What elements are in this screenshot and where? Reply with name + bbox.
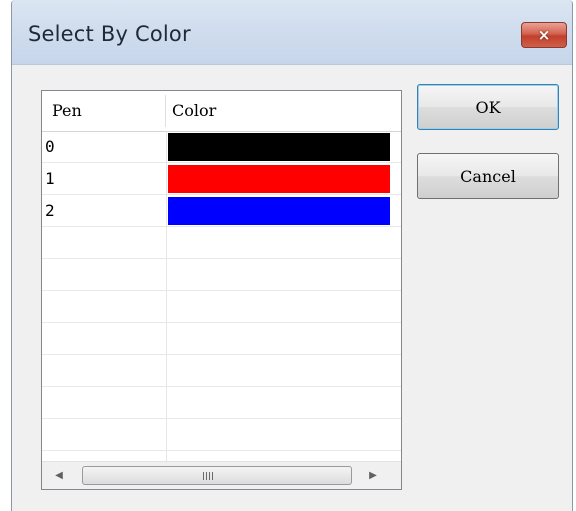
column-divider[interactable] (165, 95, 166, 127)
empty-row[interactable] (42, 259, 401, 291)
empty-row[interactable] (42, 323, 401, 355)
empty-row[interactable] (42, 355, 401, 387)
pen-number: 2 (45, 201, 55, 220)
title-bar[interactable]: Select By Color × (12, 0, 572, 65)
dialog-title: Select By Color (28, 22, 191, 46)
table-row[interactable]: 2 (42, 195, 401, 227)
dialog-window: Select By Color × Pen Color 0 1 2 ◀ ▶ OK C… (11, 0, 573, 511)
table-row[interactable]: 0 (42, 131, 401, 163)
column-header-color[interactable]: Color (172, 91, 216, 131)
empty-row[interactable] (42, 291, 401, 323)
empty-row[interactable] (42, 387, 401, 419)
pen-color-table[interactable]: Pen Color 0 1 2 ◀ ▶ (41, 90, 402, 490)
color-swatch[interactable] (168, 165, 390, 193)
scroll-right-icon[interactable]: ▶ (364, 466, 382, 486)
empty-row[interactable] (42, 419, 401, 451)
color-swatch[interactable] (168, 133, 390, 161)
close-button[interactable]: × (521, 22, 567, 48)
empty-row[interactable] (42, 227, 401, 259)
scroll-thumb[interactable] (82, 466, 352, 485)
close-icon: × (537, 26, 551, 44)
scroll-left-icon[interactable]: ◀ (50, 466, 68, 486)
ok-button[interactable]: OK (417, 84, 559, 130)
table-row[interactable]: 1 (42, 163, 401, 195)
grip-icon (203, 472, 215, 480)
pen-number: 0 (45, 137, 55, 156)
table-header: Pen Color (42, 91, 401, 132)
horizontal-scrollbar[interactable]: ◀ ▶ (42, 461, 401, 489)
pen-number: 1 (45, 169, 55, 188)
cancel-button[interactable]: Cancel (417, 153, 559, 199)
color-swatch[interactable] (168, 197, 390, 225)
column-header-pen[interactable]: Pen (52, 91, 82, 131)
